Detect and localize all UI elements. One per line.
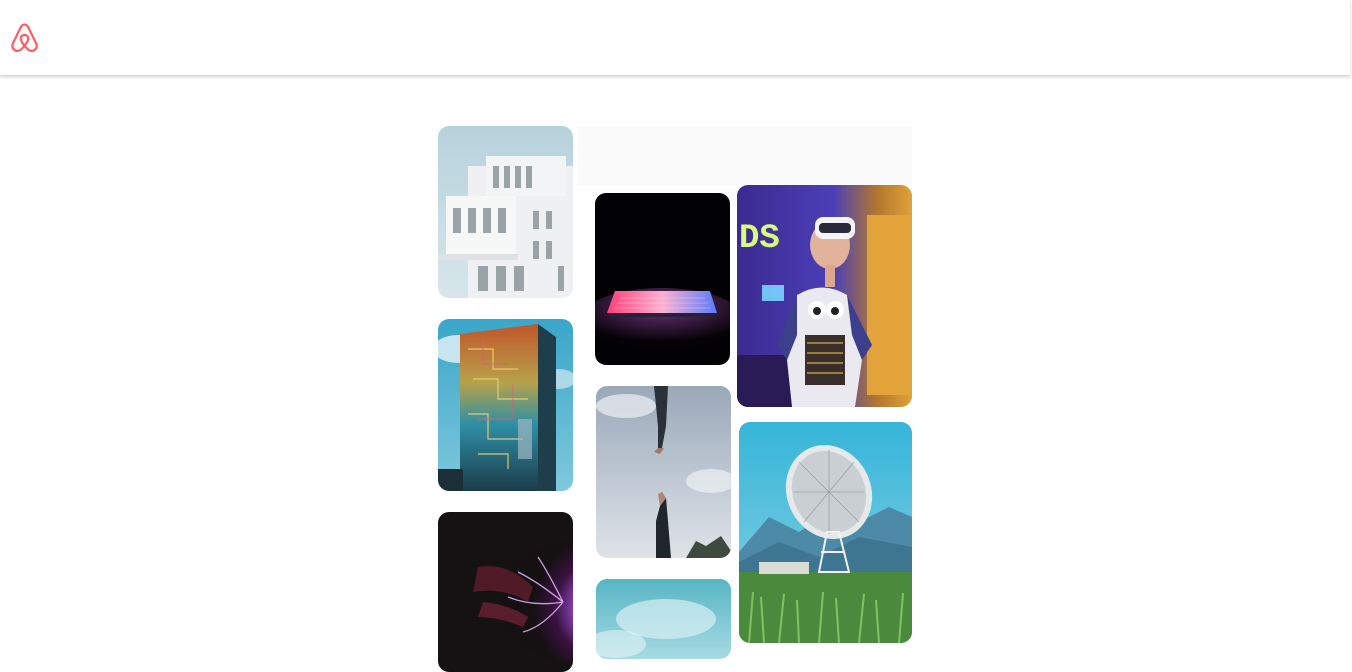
cloudy-blue-sky-photo — [596, 579, 731, 659]
white-modern-building-photo — [438, 126, 573, 298]
person-vr-headset-photo: DS — [737, 185, 912, 407]
image-collage: DS — [437, 126, 913, 672]
airbnb-belo-icon — [10, 22, 39, 54]
svg-text:DS: DS — [739, 220, 780, 258]
radio-telescope-dish-photo — [739, 422, 912, 643]
plasma-ball-hand-photo — [438, 512, 573, 672]
hands-reaching-sky-photo — [596, 386, 731, 558]
graffiti-circuit-building-photo — [438, 319, 573, 491]
airbnb-logo-link[interactable] — [10, 22, 43, 54]
top-header — [0, 0, 1350, 76]
collage-backdrop — [577, 126, 912, 186]
dark-laptop-neon-light-photo — [595, 193, 730, 365]
